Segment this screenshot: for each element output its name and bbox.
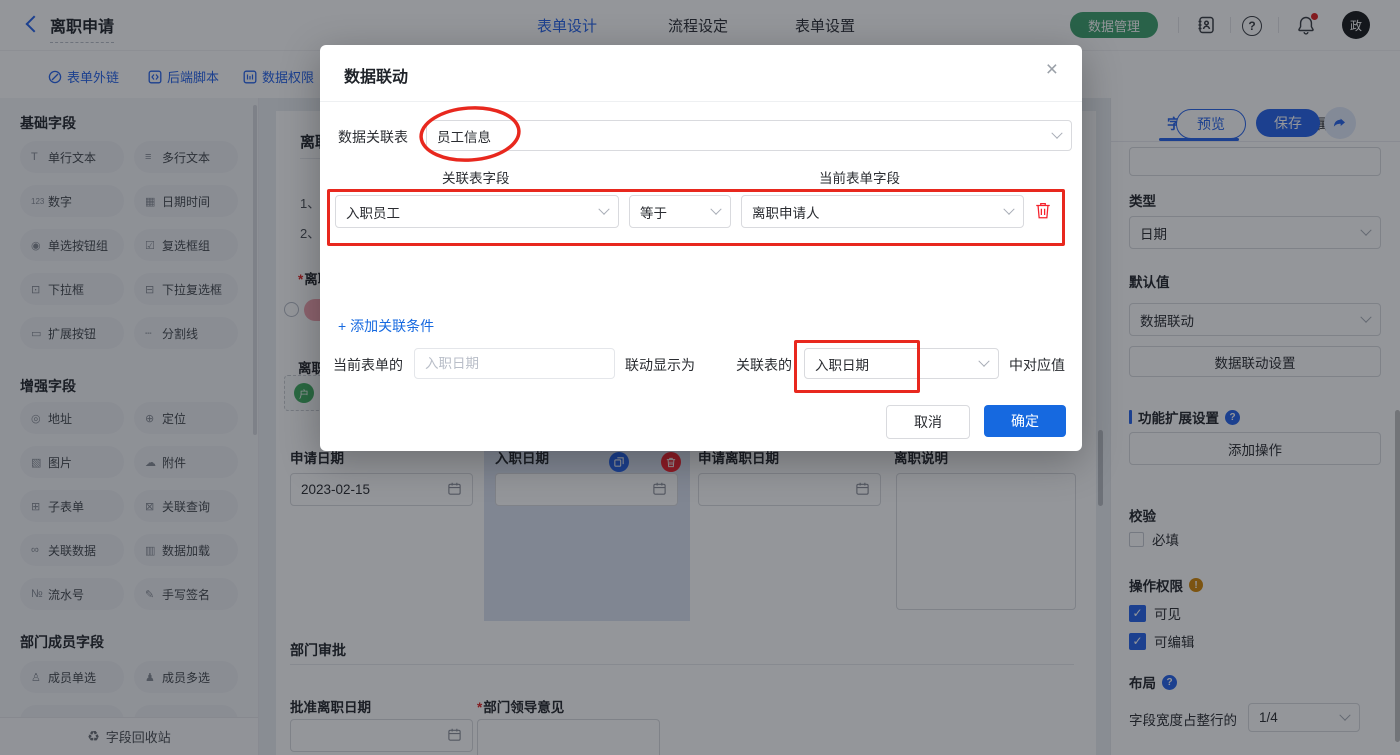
current-form-label: 当前表单的 [333, 357, 403, 373]
display-as-label: 联动显示为 [625, 357, 695, 373]
mapping-suffix-label: 中对应值 [1009, 357, 1065, 373]
chevron-down-icon [978, 355, 990, 367]
condition-left-field-select[interactable]: 入职员工 [335, 195, 619, 228]
relation-field-select[interactable]: 入职日期 [804, 348, 999, 379]
column-header-right: 当前表单字段 [819, 171, 900, 186]
delete-condition-button[interactable] [1034, 201, 1054, 221]
cancel-button[interactable]: 取消 [886, 405, 970, 439]
current-field-input[interactable] [414, 348, 615, 379]
relation-table-select[interactable]: 员工信息 [426, 120, 1072, 151]
dialog-title: 数据联动 [344, 69, 409, 86]
chevron-down-icon [598, 203, 610, 215]
column-header-left: 关联表字段 [442, 171, 510, 186]
divider [320, 101, 1082, 102]
data-linkage-dialog: 数据联动 × 数据关联表 员工信息 关联表字段 当前表单字段 入职员工 等于 离… [320, 45, 1082, 451]
condition-right-field-select[interactable]: 离职申请人 [741, 195, 1024, 228]
relation-of-label: 关联表的 [736, 357, 792, 373]
form-designer-app: 离职申请 表单设计 流程设定 表单设置 数据管理 ? 政 表单外链 后端脚本 数… [0, 0, 1400, 755]
chevron-down-icon [710, 203, 722, 215]
condition-operator-select[interactable]: 等于 [629, 195, 731, 228]
confirm-button[interactable]: 确定 [984, 405, 1066, 437]
chevron-down-icon [1003, 203, 1015, 215]
relation-table-label: 数据关联表 [338, 129, 408, 145]
trash-icon [1036, 202, 1050, 219]
add-condition-link[interactable]: + 添加关联条件 [338, 316, 434, 336]
close-icon[interactable]: × [1046, 59, 1058, 80]
chevron-down-icon [1051, 127, 1063, 139]
